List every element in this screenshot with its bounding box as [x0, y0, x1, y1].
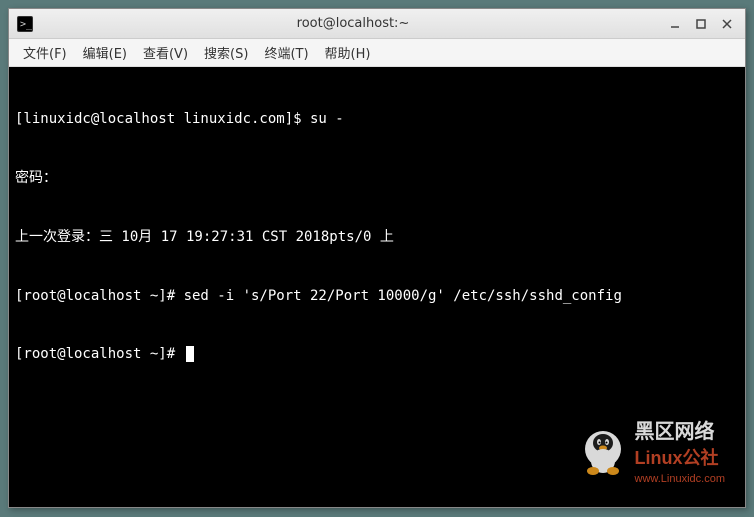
minimize-icon	[669, 18, 681, 30]
menu-edit[interactable]: 编辑(E)	[75, 39, 135, 66]
menubar: 文件(F) 编辑(E) 查看(V) 搜索(S) 终端(T) 帮助(H)	[9, 39, 745, 67]
window-controls	[665, 15, 737, 33]
watermark-line3: www.Linuxidc.com	[635, 472, 725, 487]
tux-icon	[579, 429, 627, 477]
svg-text:>_: >_	[20, 19, 33, 30]
terminal-app-icon: >_	[17, 16, 33, 32]
window-title: root@localhost:~	[41, 16, 665, 31]
menu-file[interactable]: 文件(F)	[15, 39, 75, 66]
maximize-icon	[695, 18, 707, 30]
close-button[interactable]	[717, 15, 737, 33]
watermark-text: 黑区网络 Linux公社 www.Linuxidc.com	[635, 418, 725, 487]
minimize-button[interactable]	[665, 15, 685, 33]
terminal-cursor	[186, 346, 194, 362]
maximize-button[interactable]	[691, 15, 711, 33]
terminal-line: [linuxidc@localhost linuxidc.com]$ su -	[15, 110, 739, 130]
watermark: 黑区网络 Linux公社 www.Linuxidc.com	[579, 418, 725, 487]
watermark-line1: 黑区网络	[635, 418, 725, 446]
terminal-window: >_ root@localhost:~ 文件(F) 编辑(E) 查看(V) 搜索…	[8, 8, 746, 508]
close-icon	[721, 18, 733, 30]
terminal-line: 上一次登录：三 10月 17 19:27:31 CST 2018pts/0 上	[15, 228, 739, 248]
titlebar[interactable]: >_ root@localhost:~	[9, 9, 745, 39]
terminal-prompt-line: [root@localhost ~]#	[15, 345, 739, 365]
terminal-content[interactable]: [linuxidc@localhost linuxidc.com]$ su - …	[9, 67, 745, 507]
menu-terminal[interactable]: 终端(T)	[256, 39, 316, 66]
menu-view[interactable]: 查看(V)	[135, 39, 196, 66]
terminal-line: [root@localhost ~]# sed -i 's/Port 22/Po…	[15, 287, 739, 307]
menu-help[interactable]: 帮助(H)	[317, 39, 379, 66]
terminal-line: 密码：	[15, 169, 739, 189]
menu-search[interactable]: 搜索(S)	[196, 39, 256, 66]
terminal-prompt: [root@localhost ~]#	[15, 346, 184, 362]
watermark-line2: Linux公社	[635, 446, 725, 471]
